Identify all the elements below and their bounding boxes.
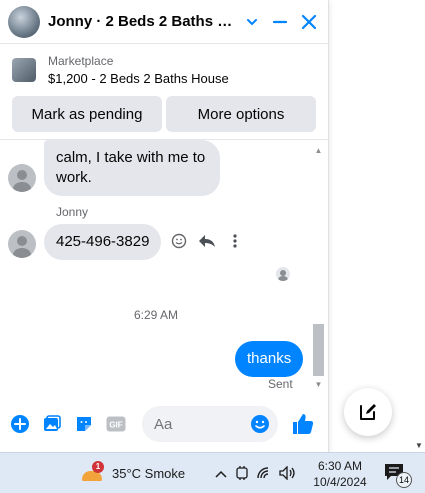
- system-clock[interactable]: 6:30 AM 10/4/2024: [312, 458, 368, 490]
- thread-scrollbar[interactable]: ▲ ▼: [312, 144, 325, 391]
- volume-icon[interactable]: [279, 465, 297, 483]
- scroll-down-arrow-icon[interactable]: ▼: [415, 441, 423, 450]
- svg-text:GIF: GIF: [109, 421, 122, 430]
- new-message-button[interactable]: [344, 388, 392, 436]
- message-timestamp: 6:29 AM: [133, 308, 179, 322]
- thumbs-up-icon[interactable]: [290, 411, 316, 437]
- message-bubble-incoming[interactable]: 425-496-3829: [44, 224, 162, 260]
- chat-header: Jonny · 2 Beds 2 Baths Ho...: [0, 0, 328, 44]
- message-status: Sent: [268, 377, 293, 391]
- message-thread: calm, I take with me to work. Jonny 425-…: [0, 140, 312, 393]
- contact-avatar[interactable]: [8, 5, 40, 38]
- page-scrollbar[interactable]: ▼: [413, 0, 425, 452]
- contact-avatar-small[interactable]: [8, 164, 36, 192]
- compose-icon: [360, 404, 376, 420]
- chat-title[interactable]: Jonny · 2 Beds 2 Baths Ho...: [48, 13, 235, 30]
- scrollbar-thumb[interactable]: [313, 324, 324, 376]
- notification-center-icon[interactable]: 14: [384, 463, 412, 488]
- system-tray: [214, 465, 297, 484]
- listing-title: $1,200 - 2 Beds 2 Baths House: [48, 71, 229, 86]
- sticker-icon[interactable]: [72, 412, 96, 436]
- clock-time: 6:30 AM: [317, 459, 363, 473]
- plus-icon[interactable]: [8, 412, 32, 436]
- clock-date: 10/4/2024: [313, 475, 367, 489]
- weather-text: 35°C Smoke: [112, 465, 186, 481]
- device-icon[interactable]: [235, 465, 249, 484]
- mark-as-pending-button[interactable]: Mark as pending: [12, 96, 162, 132]
- weather-badge: 1: [92, 461, 104, 473]
- marketplace-listing[interactable]: Marketplace $1,200 - 2 Beds 2 Baths Hous…: [0, 44, 328, 96]
- gif-icon[interactable]: GIF: [104, 412, 128, 436]
- seen-avatar: [276, 267, 290, 281]
- weather-icon: 1: [80, 461, 104, 485]
- notification-count: 14: [396, 472, 412, 488]
- more-actions-icon[interactable]: [226, 232, 244, 250]
- emoji-icon[interactable]: [250, 414, 270, 434]
- photo-icon[interactable]: [40, 412, 64, 436]
- reply-icon[interactable]: [198, 232, 216, 250]
- listing-thumbnail: [12, 58, 36, 82]
- message-bubble-outgoing[interactable]: thanks: [235, 341, 304, 377]
- scroll-up-arrow-icon[interactable]: ▲: [314, 146, 323, 155]
- sender-name: Jonny: [56, 205, 89, 219]
- windows-taskbar: 1 35°C Smoke 6:30 AM 10/4/2024 14: [0, 452, 425, 493]
- close-icon[interactable]: [298, 10, 320, 34]
- chevron-up-icon[interactable]: [214, 467, 228, 482]
- message-bubble-incoming[interactable]: calm, I take with me to work.: [44, 140, 220, 196]
- react-emoji-icon[interactable]: [170, 232, 188, 250]
- scroll-down-arrow-icon[interactable]: ▼: [314, 380, 323, 389]
- more-options-button[interactable]: More options: [166, 96, 316, 132]
- chat-window: Jonny · 2 Beds 2 Baths Ho... Marketplace…: [0, 0, 329, 452]
- wifi-icon[interactable]: [256, 466, 272, 483]
- chevron-down-icon[interactable]: [241, 10, 263, 34]
- message-input-wrapper: [142, 406, 278, 442]
- listing-actions: Mark as pending More options: [0, 96, 328, 132]
- contact-avatar-small[interactable]: [8, 230, 36, 258]
- message-composer: GIF: [0, 400, 328, 448]
- minimize-icon[interactable]: [269, 10, 291, 34]
- weather-widget[interactable]: 1 35°C Smoke: [80, 461, 185, 485]
- marketplace-label: Marketplace: [48, 54, 114, 68]
- message-input[interactable]: [142, 406, 242, 442]
